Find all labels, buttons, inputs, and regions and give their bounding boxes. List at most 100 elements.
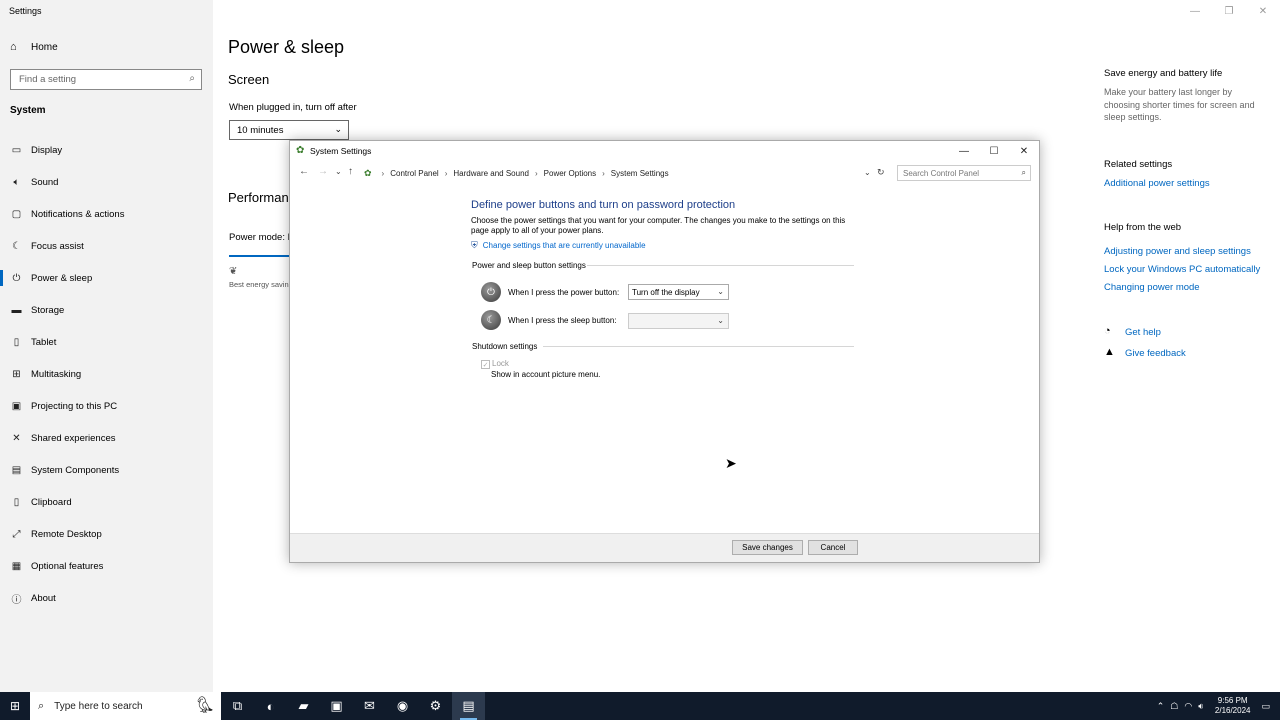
help-link-lock[interactable]: Lock your Windows PC automatically — [1104, 264, 1260, 275]
sidebar-item-notifications[interactable]: ▢ Notifications & actions — [0, 198, 213, 230]
sleep-button-label: When I press the sleep button: — [508, 316, 617, 325]
sidebar-item-label: Storage — [31, 304, 65, 316]
chrome-browser-icon[interactable]: ◉ — [386, 692, 419, 720]
plugged-in-label: When plugged in, turn off after — [229, 102, 357, 113]
sidebar-item-sound[interactable]: 🔈︎ Sound — [0, 166, 213, 198]
cancel-button[interactable]: Cancel — [808, 540, 858, 555]
sidebar-item-display[interactable]: ▭ Display — [0, 134, 213, 166]
volume-icon[interactable]: 🔉︎ — [1198, 701, 1204, 712]
sidebar-item-label: Optional features — [31, 560, 104, 572]
minimize-icon[interactable]: — — [1178, 0, 1212, 22]
wifi-icon[interactable]: ◠ — [1184, 701, 1192, 712]
breadcrumb-separator-icon: › — [381, 169, 385, 178]
save-changes-button[interactable]: Save changes — [732, 540, 803, 555]
screen-heading: Screen — [228, 72, 270, 87]
settings-search-input[interactable]: Find a setting ⌕ — [10, 69, 202, 90]
components-icon: ▤ — [11, 464, 22, 476]
sidebar-item-tablet[interactable]: ▯ Tablet — [0, 326, 213, 358]
nav-home-label: Home — [31, 41, 58, 53]
sidebar-item-power-sleep[interactable]: ⏻ Power & sleep — [0, 262, 213, 294]
sidebar-item-system-components[interactable]: ▤ System Components — [0, 454, 213, 486]
remote-desktop-icon: ⤢ — [12, 528, 21, 540]
sidebar-item-optional-features[interactable]: ▦ Optional features — [0, 550, 213, 582]
sidebar-item-storage[interactable]: ▬ Storage — [0, 294, 213, 326]
features-icon: ▦ — [11, 560, 22, 572]
taskbar-search-input[interactable]: ⌕ Type here to search 🦜︎ — [30, 692, 221, 720]
control-panel-icon: ✿ — [296, 145, 305, 156]
screen-timeout-select[interactable]: 10 minutes ⌄ — [229, 120, 349, 140]
help-icon: ◔ — [1104, 325, 1111, 337]
cp-search-placeholder: Search Control Panel — [903, 169, 980, 178]
best-energy-label: Best energy savin — [229, 280, 289, 289]
change-settings-link[interactable]: ⛨ Change settings that are currently una… — [471, 240, 646, 251]
sidebar-item-projecting[interactable]: ▣ Projecting to this PC — [0, 390, 213, 422]
power-button-select[interactable]: Turn off the display ⌄ — [628, 284, 729, 300]
additional-power-settings-link[interactable]: Additional power settings — [1104, 178, 1210, 189]
chevron-down-icon[interactable]: ⌄ — [864, 168, 871, 177]
network-icon[interactable]: ☖ — [1170, 701, 1178, 712]
group-divider — [587, 265, 854, 266]
help-link-power-mode[interactable]: Changing power mode — [1104, 282, 1200, 293]
sidebar-item-label: Remote Desktop — [31, 528, 102, 540]
settings-search-placeholder: Find a setting — [19, 74, 77, 85]
page-title: Power & sleep — [228, 37, 345, 57]
mail-icon[interactable]: ✉ — [353, 692, 386, 720]
system-tray: ⌃ ☖ ◠ 🔉︎ 9:56 PM 2/16/2024 ▭ — [1154, 692, 1280, 720]
sidebar-item-label: Notifications & actions — [31, 208, 125, 220]
breadcrumb-control-panel[interactable]: Control Panel — [390, 169, 438, 178]
windows-start-icon[interactable]: ⊞ — [0, 692, 30, 720]
sidebar-item-multitasking[interactable]: ⊞ Multitasking — [0, 358, 213, 390]
breadcrumb-hardware-sound[interactable]: Hardware and Sound — [453, 169, 529, 178]
system-settings-dialog: ✿ System Settings — ☐ ✕ ← → ⌄ ↑ ✿ › Cont… — [289, 140, 1040, 563]
monitor-icon: ▭ — [11, 144, 22, 156]
lock-description: Show in account picture menu. — [491, 370, 601, 379]
forward-arrow-icon[interactable]: → — [318, 166, 328, 177]
notification-center-icon[interactable]: ▭ — [1261, 701, 1270, 712]
settings-nav-pane: Settings ⌂ Home Find a setting ⌕ System … — [0, 0, 213, 692]
address-row: ← → ⌄ ↑ ✿ › Control Panel › Hardware and… — [290, 163, 1039, 183]
sidebar-item-label: Projecting to this PC — [31, 400, 118, 412]
clipboard-icon: ▯ — [13, 496, 20, 508]
recent-chevron-icon[interactable]: ⌄ — [335, 167, 342, 176]
edge-browser-icon[interactable]: ◐ — [254, 692, 287, 720]
file-explorer-icon[interactable]: ▰ — [287, 692, 320, 720]
restore-icon[interactable]: ❐ — [1212, 0, 1246, 22]
back-arrow-icon[interactable]: ← — [299, 166, 309, 177]
search-icon: ⌕ — [38, 699, 45, 712]
shutdown-group-label: Shutdown settings — [472, 342, 538, 351]
nav-home[interactable]: ⌂ Home — [10, 41, 58, 53]
sidebar-item-label: Shared experiences — [31, 432, 116, 444]
sidebar-item-clipboard[interactable]: ▯ Clipboard — [0, 486, 213, 518]
store-icon[interactable]: ▣ — [320, 692, 353, 720]
get-help-link[interactable]: Get help — [1125, 327, 1161, 338]
sidebar-item-label: Multitasking — [31, 368, 82, 380]
sidebar-item-shared-experiences[interactable]: ✕ Shared experiences — [0, 422, 213, 454]
sidebar-item-remote-desktop[interactable]: ⤢ Remote Desktop — [0, 518, 213, 550]
dialog-window-controls: — ☐ ✕ — [949, 141, 1039, 161]
power-mode-slider[interactable] — [229, 255, 291, 257]
clock[interactable]: 9:56 PM 2/16/2024 — [1215, 696, 1251, 716]
settings-gear-icon[interactable]: ⚙ — [419, 692, 452, 720]
control-panel-search-input[interactable]: Search Control Panel ⌕ — [897, 165, 1031, 181]
sleep-button-select[interactable]: ⌄ — [628, 313, 729, 329]
minimize-icon[interactable]: — — [949, 141, 979, 161]
task-view-icon[interactable]: ⧉ — [221, 692, 254, 720]
sidebar-item-about[interactable]: ⓘ About — [0, 582, 213, 614]
refresh-icon[interactable]: ↻ — [877, 167, 885, 178]
close-icon[interactable]: ✕ — [1009, 141, 1039, 161]
give-feedback-link[interactable]: Give feedback — [1125, 348, 1186, 359]
close-icon[interactable]: ✕ — [1246, 0, 1280, 22]
breadcrumb-power-options[interactable]: Power Options — [544, 169, 596, 178]
up-arrow-icon[interactable]: ↑ — [348, 166, 353, 177]
chevron-up-icon[interactable]: ⌃ — [1157, 701, 1165, 712]
sidebar-item-focus-assist[interactable]: ☾ Focus assist — [0, 230, 213, 262]
dialog-description: Choose the power settings that you want … — [471, 216, 846, 235]
breadcrumb-system-settings[interactable]: System Settings — [611, 169, 669, 178]
nav-section-label: System — [10, 105, 46, 116]
search-icon: ⌕ — [189, 73, 195, 84]
help-link-adjusting[interactable]: Adjusting power and sleep settings — [1104, 246, 1251, 257]
maximize-icon[interactable]: ☐ — [979, 141, 1009, 161]
control-panel-taskbar-icon[interactable]: ▤ — [452, 692, 485, 720]
address-bar[interactable]: ✿ › Control Panel › Hardware and Sound ›… — [361, 165, 875, 182]
lock-checkbox[interactable]: ✓ — [481, 360, 490, 369]
